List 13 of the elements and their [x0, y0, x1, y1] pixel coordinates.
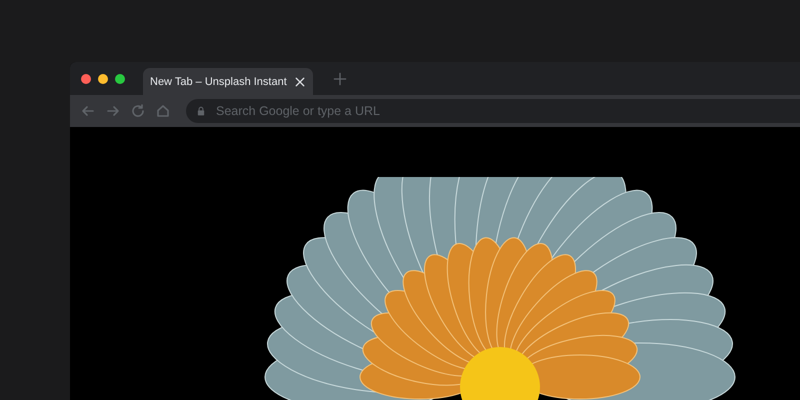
new-tab-icon[interactable] [332, 72, 347, 86]
back-arrow-icon[interactable] [80, 103, 96, 119]
address-bar[interactable]: Search Google or type a URL [186, 99, 800, 123]
minimize-window-button[interactable] [98, 74, 108, 84]
browser-tab[interactable]: New Tab – Unsplash Instant [143, 68, 313, 95]
zoom-window-button[interactable] [115, 74, 125, 84]
forward-arrow-icon[interactable] [105, 103, 121, 119]
close-icon[interactable] [294, 76, 305, 86]
lock-icon [196, 106, 206, 116]
reload-icon[interactable] [130, 103, 146, 119]
close-window-button[interactable] [81, 74, 91, 84]
address-field[interactable]: Search Google or type a URL [214, 103, 800, 119]
home-icon[interactable] [155, 103, 171, 119]
